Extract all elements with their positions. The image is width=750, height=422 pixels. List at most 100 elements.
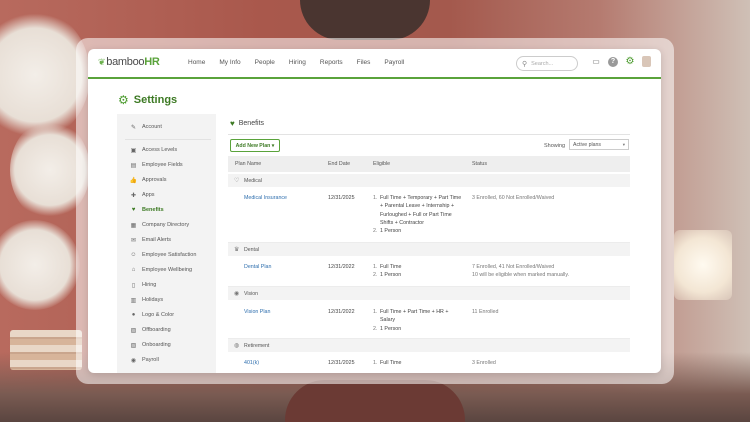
plan-name-link[interactable]: Medical Insurance xyxy=(244,194,287,202)
help-icon[interactable]: ? xyxy=(608,56,618,67)
sidebar-item-company-directory[interactable]: ▦ Company Directory xyxy=(129,220,189,230)
eligibility-text: 1 Person xyxy=(380,325,402,332)
tooth-icon: ♛ xyxy=(234,247,240,253)
sidebar-divider xyxy=(125,139,211,140)
search-icon: ⚲ xyxy=(522,60,528,68)
divider xyxy=(228,134,630,135)
nav-files[interactable]: Files xyxy=(357,59,371,66)
sidebar-item-label: Payroll xyxy=(142,357,159,363)
nav-people[interactable]: People xyxy=(255,59,275,66)
sidebar-item-label: Benefits xyxy=(142,207,164,213)
page-title: ⚙ Settings xyxy=(118,93,177,107)
heart-icon: ♥ xyxy=(131,207,136,213)
column-header-plan-name[interactable]: Plan Name xyxy=(235,161,261,167)
plan-eligibility: 1. Full Time + Part Time + HR + Salary 2.… xyxy=(373,308,461,333)
nav-home[interactable]: Home xyxy=(188,59,205,66)
sidebar-item-employee-wellbeing[interactable]: ⌂ Employee Wellbeing xyxy=(129,265,192,275)
nav-my-info[interactable]: My Info xyxy=(219,59,240,66)
column-header-eligible[interactable]: Eligible xyxy=(373,161,390,167)
sidebar-item-logo-color[interactable]: ● Logo & Color xyxy=(129,310,174,320)
sidebar-item-employee-fields[interactable]: ▤ Employee Fields xyxy=(129,160,183,170)
sidebar-item-label: Access Levels xyxy=(142,147,178,153)
plan-name-link[interactable]: 401(k) xyxy=(244,359,259,367)
sidebar-item-account[interactable]: ✎ Account xyxy=(129,122,162,132)
sidebar-item-access-levels[interactable]: ▣ Access Levels xyxy=(129,145,178,155)
sidebar-item-offboarding[interactable]: ▨ Offboarding xyxy=(129,325,171,335)
sidebar-item-hiring[interactable]: ▯ Hiring xyxy=(129,280,157,290)
nav-hiring[interactable]: Hiring xyxy=(289,59,306,66)
benefits-heading-text: Benefits xyxy=(238,120,265,127)
section-label: Retirement xyxy=(244,343,270,349)
plan-status: 11 Enrolled xyxy=(472,309,499,315)
card-icon: ▤ xyxy=(130,162,137,169)
enter-icon: ▧ xyxy=(130,342,137,349)
eligibility-text: 1 Person xyxy=(380,272,402,279)
sidebar-item-holidays[interactable]: ▥ Holidays xyxy=(129,295,163,305)
lock-icon: ▣ xyxy=(130,147,137,154)
house-heart-icon: ⌂ xyxy=(131,267,136,273)
wrench-icon: ✎ xyxy=(130,124,137,131)
plan-end-date: 12/31/2022 xyxy=(328,309,355,315)
sidebar-item-approvals[interactable]: 👍 Approvals xyxy=(129,175,167,185)
sidebar-item-label: Offboarding xyxy=(142,327,171,333)
sidebar-item-label: Holidays xyxy=(142,297,164,303)
envelope-icon: ✉ xyxy=(130,237,137,244)
plan-eligibility: 1. Full Time + Temporary + Part Time + Pa… xyxy=(373,194,465,235)
sidebar-item-label: Employee Satisfaction xyxy=(142,252,197,258)
benefits-heading: ♥ Benefits xyxy=(230,119,264,128)
table-header: Plan Name End Date Eligible Status xyxy=(228,156,630,172)
section-label: Medical xyxy=(244,178,262,184)
sidebar-item-apps[interactable]: ✚ Apps xyxy=(129,190,155,200)
plan-eligibility: 1. Full Time xyxy=(373,359,461,367)
column-header-end-date[interactable]: End Date xyxy=(328,161,350,167)
eye-icon: ◉ xyxy=(234,291,240,297)
plan-filter-select[interactable]: Active plans ▾ xyxy=(569,139,629,150)
top-navigation: ❦ bamboo HR Home My Info People Hiring Re… xyxy=(88,49,661,79)
piggy-bank-icon: ◍ xyxy=(234,343,240,349)
nav-reports[interactable]: Reports xyxy=(320,59,343,66)
background-person-body xyxy=(285,380,465,422)
sidebar-item-employee-satisfaction[interactable]: ☺ Employee Satisfaction xyxy=(129,250,196,260)
background-person-head xyxy=(300,0,430,40)
sidebar-item-benefits[interactable]: ♥ Benefits xyxy=(129,205,164,215)
inbox-icon[interactable]: ▭ xyxy=(591,57,601,67)
plan-end-date: 12/31/2025 xyxy=(328,195,355,201)
gear-icon[interactable]: ⚙ xyxy=(625,56,635,67)
page-title-text: Settings xyxy=(133,94,178,106)
sidebar-item-label: Approvals xyxy=(142,177,167,183)
sidebar-item-label: Email Alerts xyxy=(142,237,172,243)
sidebar-item-label: Hiring xyxy=(142,282,157,288)
smiley-icon: ☺ xyxy=(130,252,137,258)
column-header-status[interactable]: Status xyxy=(472,161,487,167)
plan-status: 7 Enrolled, 41 Not Enrolled/Waived 10 wi… xyxy=(472,263,627,280)
search-placeholder: Search... xyxy=(531,60,554,67)
plan-status-line: 7 Enrolled, 41 Not Enrolled/Waived xyxy=(472,264,555,270)
bamboohr-logo[interactable]: ❦ bamboo HR xyxy=(98,56,160,68)
nav-payroll[interactable]: Payroll xyxy=(384,59,404,66)
sidebar-item-label: Employee Wellbeing xyxy=(142,267,193,273)
plan-end-date: 12/31/2022 xyxy=(328,264,355,270)
section-vision: ◉ Vision xyxy=(228,287,630,300)
plan-eligibility: 1. Full Time 2. 1 Person xyxy=(373,263,465,280)
payroll-icon: ◉ xyxy=(130,357,137,364)
sidebar-item-onboarding[interactable]: ▧ Onboarding xyxy=(129,340,171,350)
calendar-icon: ▥ xyxy=(130,297,137,304)
avatar[interactable] xyxy=(642,56,651,67)
background-plant xyxy=(0,220,80,310)
eligibility-text: Full Time xyxy=(380,360,402,366)
plan-name-link[interactable]: Dental Plan xyxy=(244,263,271,271)
eligibility-text: Full Time + Temporary + Part Time + Pare… xyxy=(380,195,462,226)
top-icons: ▭ ? ⚙ xyxy=(591,56,651,67)
eligibility-item: 1. Full Time xyxy=(373,360,402,366)
add-new-plan-button[interactable]: Add New Plan ▾ xyxy=(230,139,280,152)
sidebar-item-email-alerts[interactable]: ✉ Email Alerts xyxy=(129,235,171,245)
add-new-plan-label: Add New Plan xyxy=(235,142,271,149)
sidebar-item-payroll[interactable]: ◉ Payroll xyxy=(129,355,159,365)
plan-filter-value: Active plans xyxy=(573,141,601,148)
section-retirement: ◍ Retirement xyxy=(228,339,630,352)
plan-status-line: 10 will be eligible when marked manually… xyxy=(472,272,570,279)
sidebar-item-label: Onboarding xyxy=(142,342,171,348)
section-dental: ♛ Dental xyxy=(228,243,630,256)
plan-name-link[interactable]: Vision Plan xyxy=(244,308,270,316)
search-input[interactable]: ⚲ Search... xyxy=(516,56,578,71)
